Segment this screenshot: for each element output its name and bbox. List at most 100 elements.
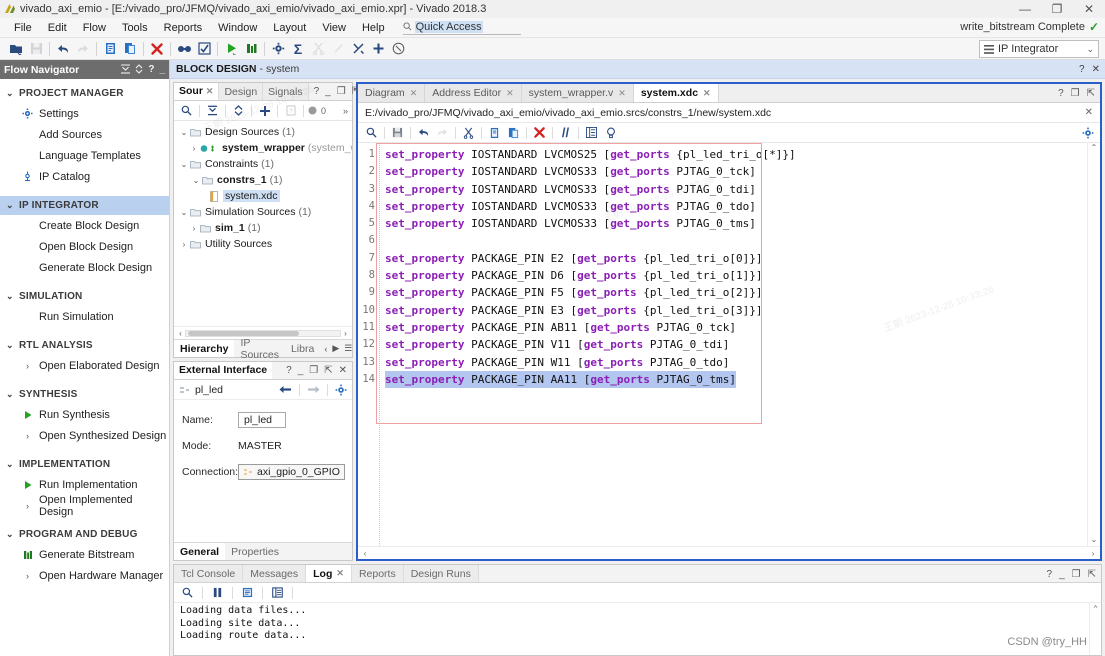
tab-system-xdc[interactable]: system.xdc ✕ — [633, 84, 719, 102]
close-icon[interactable]: ✕ — [1085, 107, 1093, 118]
tree-row-constrs-1[interactable]: ⌄ constrs_1 (1) — [174, 172, 352, 188]
forward-arrow-icon[interactable] — [307, 385, 320, 394]
delete-icon[interactable] — [147, 39, 167, 59]
wrap-lines-icon[interactable] — [239, 584, 256, 601]
close-button[interactable]: ✕ — [1073, 0, 1105, 18]
menu-item-help[interactable]: Help — [354, 20, 393, 36]
scroll-down-icon[interactable]: ⌄ — [1091, 535, 1098, 546]
help-icon[interactable]: ? — [314, 86, 320, 97]
tree-row-design-sources[interactable]: ⌄ Design Sources (1) — [174, 124, 352, 140]
tree-row-system-wrapper[interactable]: › system_wrapper (system_wra — [174, 140, 352, 156]
flow-item-generate-block-design[interactable]: Generate Block Design — [0, 257, 169, 278]
search-icon[interactable] — [178, 102, 195, 119]
undo-icon[interactable] — [53, 39, 73, 59]
flow-item-settings[interactable]: Settings — [0, 103, 169, 124]
menu-item-reports[interactable]: Reports — [156, 20, 211, 36]
code-lines[interactable]: set_property IOSTANDARD LVCMOS25 [get_po… — [376, 143, 1087, 546]
menu-item-edit[interactable]: Edit — [40, 20, 75, 36]
close-icon[interactable]: ✕ — [410, 88, 418, 99]
nav-next-icon[interactable]: ▶ — [332, 343, 339, 354]
delete-icon[interactable] — [531, 124, 548, 141]
collapse-all-icon[interactable] — [121, 64, 131, 75]
tab-log[interactable]: Log ✕ — [306, 565, 352, 582]
minimize-icon[interactable]: _ — [298, 365, 304, 376]
help-icon[interactable]: ? — [148, 64, 154, 75]
columns-icon[interactable] — [269, 584, 286, 601]
close-icon[interactable]: ✕ — [703, 88, 711, 99]
cancel-circle-icon[interactable] — [388, 39, 408, 59]
chevron-down-icon[interactable]: ⌄ — [178, 160, 190, 169]
pencil-icon[interactable] — [328, 39, 348, 59]
minimize-button[interactable]: — — [1009, 0, 1041, 18]
code-line-selected[interactable]: set_property PACKAGE_PIN AA11 [get_ports… — [385, 370, 737, 389]
route-icon[interactable] — [348, 39, 368, 59]
find-icon[interactable] — [363, 124, 380, 141]
scrollbar-track[interactable] — [185, 329, 341, 337]
overflow-icon[interactable]: » — [343, 106, 348, 116]
add-sources-icon[interactable] — [256, 102, 273, 119]
float-icon[interactable]: ⇱ — [1087, 88, 1095, 99]
tab-ip-sources[interactable]: IP Sources — [234, 337, 285, 361]
scrollbar-thumb[interactable] — [188, 330, 299, 336]
tab-hierarchy[interactable]: Hierarchy — [174, 340, 235, 357]
maximize-icon[interactable]: ❐ — [1071, 88, 1080, 99]
menu-item-view[interactable]: View — [314, 20, 354, 36]
scrollbar-track[interactable] — [1089, 154, 1099, 535]
close-icon[interactable]: ✕ — [506, 88, 514, 99]
bulb-icon[interactable] — [602, 124, 619, 141]
tab-sources[interactable]: Sour ✕ — [174, 83, 220, 100]
tree-row-utility-sources[interactable]: › Utility Sources — [174, 236, 352, 252]
help-icon[interactable]: ? — [1079, 64, 1085, 75]
editor-vertical-scrollbar[interactable]: ⌃ ⌄ — [1087, 143, 1100, 546]
maximize-icon[interactable]: ❐ — [337, 86, 346, 97]
paste-icon[interactable] — [120, 39, 140, 59]
console-log-output[interactable]: Loading data files... Loading site data.… — [174, 603, 1101, 655]
flow-item-run-simulation[interactable]: Run Simulation — [0, 306, 169, 327]
collapse-all-icon[interactable] — [204, 102, 221, 119]
tab-libraries[interactable]: Libra — [285, 340, 320, 357]
float-icon[interactable]: ⇱ — [324, 365, 332, 376]
menu-item-window[interactable]: Window — [210, 20, 265, 36]
flow-item-ip-catalog[interactable]: IP Catalog — [0, 166, 169, 187]
chevron-down-icon[interactable]: ⌄ — [178, 208, 190, 217]
indent-icon[interactable] — [583, 124, 600, 141]
tree-row-sim-1[interactable]: › sim_1 (1) — [174, 220, 352, 236]
minimize-icon[interactable]: _ — [325, 86, 331, 97]
flow-item-open-elaborated-design[interactable]: › Open Elaborated Design — [0, 355, 169, 376]
goggles-icon[interactable] — [174, 39, 194, 59]
help-icon[interactable]: ? — [1058, 88, 1064, 99]
nav-prev-icon[interactable]: ‹ — [324, 344, 327, 354]
sigma-icon[interactable]: Σ — [288, 39, 308, 59]
help-icon[interactable]: ? — [1047, 569, 1053, 580]
menu-item-layout[interactable]: Layout — [265, 20, 314, 36]
help-icon[interactable]: ? — [286, 365, 292, 376]
back-arrow-icon[interactable] — [279, 385, 292, 394]
minimize-icon[interactable]: _ — [159, 64, 165, 75]
copy-icon[interactable] — [100, 39, 120, 59]
gear-icon[interactable] — [335, 384, 347, 396]
tree-row-constraints[interactable]: ⌄ Constraints (1) — [174, 156, 352, 172]
menu-item-tools[interactable]: Tools — [114, 20, 156, 36]
scroll-left-icon[interactable]: ‹ — [176, 329, 185, 338]
editor-settings-gear-icon[interactable] — [1082, 127, 1094, 139]
flow-group-implementation[interactable]: ⌄ IMPLEMENTATION — [0, 455, 169, 474]
close-icon[interactable]: ✕ — [618, 88, 626, 99]
chevron-down-icon[interactable]: ⌄ — [178, 128, 190, 137]
cut-icon[interactable] — [460, 124, 477, 141]
layout-selector[interactable]: IP Integrator ⌄ — [979, 40, 1099, 58]
comment-icon[interactable]: // — [557, 124, 574, 141]
editor-horizontal-scrollbar[interactable]: ‹ › — [358, 546, 1100, 559]
tree-row-system-xdc[interactable]: system.xdc — [174, 188, 352, 204]
flow-group-ip-integrator[interactable]: ⌄ IP INTEGRATOR — [0, 196, 169, 215]
flow-item-open-synthesized-design[interactable]: › Open Synthesized Design — [0, 425, 169, 446]
quick-access-input[interactable]: Quick Access — [414, 20, 483, 33]
menu-item-file[interactable]: File — [6, 20, 40, 36]
flow-group-synthesis[interactable]: ⌄ SYNTHESIS — [0, 385, 169, 404]
validate-icon[interactable] — [194, 39, 214, 59]
tab-diagram[interactable]: Diagram ✕ — [358, 84, 426, 102]
flow-item-open-block-design[interactable]: Open Block Design — [0, 236, 169, 257]
add-icon[interactable] — [368, 39, 388, 59]
tab-signals[interactable]: Signals — [263, 83, 309, 100]
flow-item-language-templates[interactable]: Language Templates — [0, 145, 169, 166]
tab-messages[interactable]: Messages — [243, 565, 307, 582]
